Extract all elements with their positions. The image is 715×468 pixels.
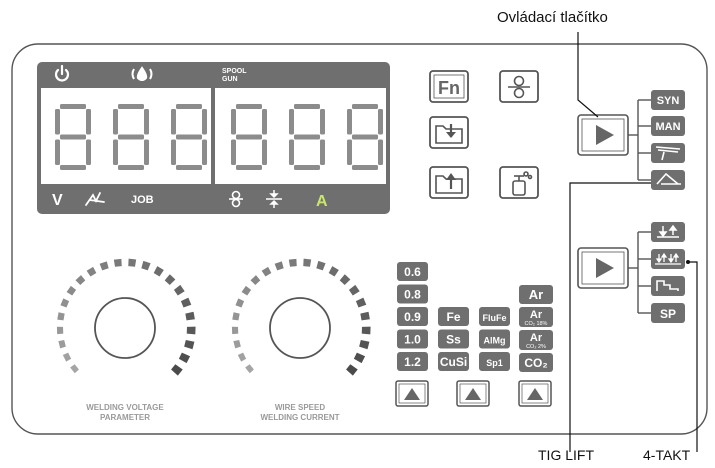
mode-tig-led xyxy=(651,170,685,190)
fn-button[interactable]: Fn xyxy=(429,70,469,103)
callout-tig-lift: TIG LIFT xyxy=(538,447,594,463)
knob-right-tick-5 xyxy=(232,312,240,321)
material-column: Fe Ss CuSi xyxy=(438,307,469,371)
gas-ar-led: Ar xyxy=(519,285,553,304)
knob-left-tick-12 xyxy=(128,258,137,267)
col-mat-led-1: Fe xyxy=(438,307,469,326)
gas-ar18-main: Ar xyxy=(530,309,543,321)
col-mat2-led-2: AlMg xyxy=(479,329,510,349)
wire-inch-button[interactable] xyxy=(499,70,539,103)
col-mat2-label-3: Sp1 xyxy=(486,358,503,368)
trigger-select-button[interactable] xyxy=(577,247,629,289)
knob-left-tick-5 xyxy=(57,312,65,321)
col-wire-led-4: 1.0 xyxy=(397,329,428,349)
col-wire-label-4: 1.0 xyxy=(404,333,421,347)
gas-co2-label: CO₂ xyxy=(524,356,547,370)
spool-label-line1: SPOOL xyxy=(222,68,247,75)
job-indicator: JOB xyxy=(131,194,154,206)
trigger-sp-label: SP xyxy=(660,307,676,321)
gas-ar-label: Ar xyxy=(529,287,543,302)
load-job-button[interactable] xyxy=(429,166,469,199)
knob-right-tick-11 xyxy=(288,258,297,267)
voltage-knob-label-line1: WELDING VOLTAGE xyxy=(86,403,164,412)
mode-man-label: MAN xyxy=(655,121,680,133)
gas-ar2-sub: CO₂ 2% xyxy=(526,344,546,350)
voltage-knob-label-line2: PARAMETER xyxy=(100,413,150,422)
led-display: SPOOL GUN V JOB A xyxy=(37,62,390,214)
gas-ar18-sub: CO₂ 18% xyxy=(525,321,548,327)
trigger-4t-led xyxy=(651,249,685,269)
col-mat2-label-1: FluFe xyxy=(483,313,507,323)
col-wire-label-1: 0.6 xyxy=(404,265,421,279)
gas-ar2-main: Ar xyxy=(530,332,543,344)
knob-left-tick-4 xyxy=(56,326,64,335)
col-mat-label-3: CuSi xyxy=(440,355,467,369)
material-select-button[interactable] xyxy=(456,380,490,407)
control-panel-diagram: SPOOL GUN V JOB A Fn SYN MAN SP WELDING … xyxy=(11,32,708,452)
knob-left-dial xyxy=(94,297,156,359)
trigger-sp-led: SP xyxy=(651,303,685,323)
gas-ar-co2-2-led: Ar CO₂ 2% xyxy=(519,330,553,350)
callout-4-takt: 4-TAKT xyxy=(643,447,691,463)
volt-indicator: V xyxy=(52,192,63,209)
material2-column: FluFe AlMg Sp1 xyxy=(479,307,510,371)
knob-right-dial xyxy=(269,297,331,359)
col-wire-led-2: 0.8 xyxy=(397,284,428,304)
mode-syn-label: SYN xyxy=(657,95,680,107)
knob-right-tick-4 xyxy=(231,326,239,335)
col-mat-led-3: CuSi xyxy=(438,352,469,371)
gas-test-button[interactable] xyxy=(499,166,539,199)
col-mat2-led-1: FluFe xyxy=(479,307,510,326)
col-mat2-label-2: AlMg xyxy=(484,336,506,346)
wire-speed-label-line2: WELDING CURRENT xyxy=(260,413,339,422)
wire-select-button[interactable] xyxy=(395,380,429,407)
wire-diameter-column: 0.6 0.8 0.9 1.0 1.2 xyxy=(397,262,428,371)
save-job-button[interactable] xyxy=(429,116,469,149)
col-mat-label-2: Ss xyxy=(446,333,461,347)
col-mat-led-2: Ss xyxy=(438,329,469,349)
col-wire-led-3: 0.9 xyxy=(397,307,428,326)
col-mat2-led-3: Sp1 xyxy=(479,352,510,371)
mode-syn-led: SYN xyxy=(651,90,685,110)
callout-control-button: Ovládací tlačítko xyxy=(497,9,608,26)
callout-dot-4takt xyxy=(686,260,690,264)
knob-right-tick-19 xyxy=(361,326,371,335)
knob-left-tick-19 xyxy=(186,326,196,335)
col-wire-led-5: 1.2 xyxy=(397,352,428,371)
col-wire-label-2: 0.8 xyxy=(404,288,421,302)
col-wire-label-5: 1.2 xyxy=(404,355,421,369)
knob-left-tick-11 xyxy=(113,258,122,267)
gas-ar-co2-18-led: Ar CO₂ 18% xyxy=(519,307,553,327)
mode-man-led: MAN xyxy=(651,116,685,136)
trigger-special-led xyxy=(651,276,685,296)
wire-speed-label-line1: WIRE SPEED xyxy=(275,403,325,412)
gas-select-button[interactable] xyxy=(518,380,552,407)
mode-mma-led xyxy=(651,143,685,163)
trigger-2t-led xyxy=(651,222,685,242)
col-wire-led-1: 0.6 xyxy=(397,262,428,281)
gas-co2-led: CO₂ xyxy=(519,353,553,372)
spool-label-line2: GUN xyxy=(222,76,238,83)
knob-right-tick-12 xyxy=(303,258,312,267)
col-wire-label-3: 0.9 xyxy=(404,310,421,324)
fn-label: Fn xyxy=(438,78,460,98)
amp-indicator: A xyxy=(316,193,328,210)
mode-select-button[interactable] xyxy=(577,114,629,156)
col-mat-label-1: Fe xyxy=(446,310,460,324)
